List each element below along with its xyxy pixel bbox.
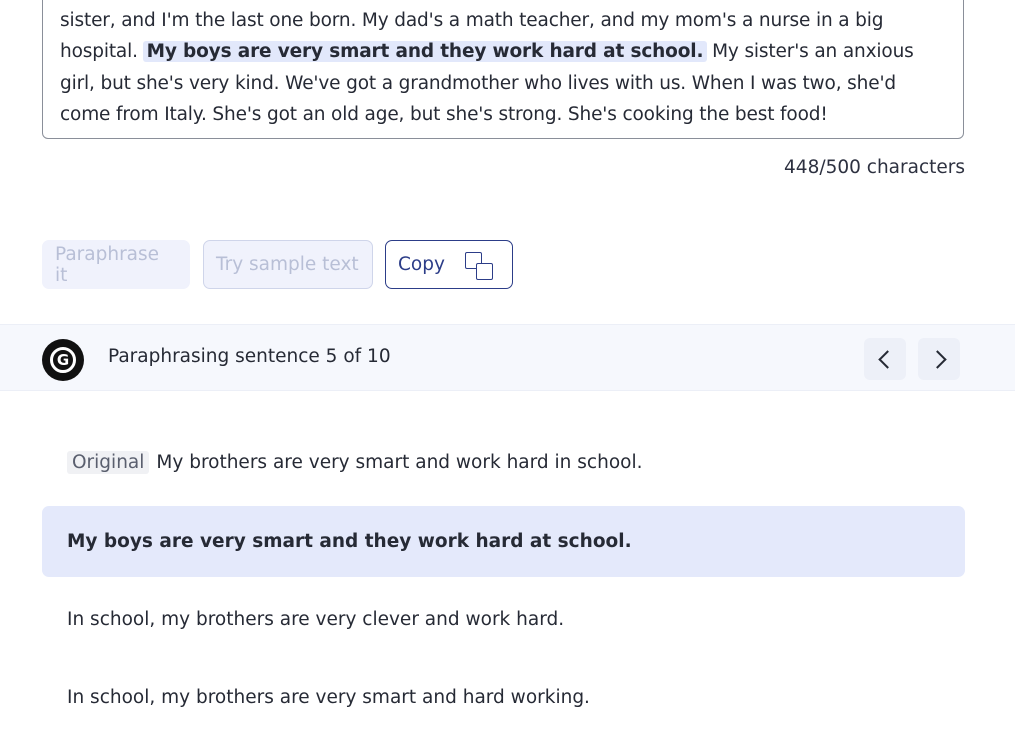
- original-sentence: Original My brothers are very smart and …: [67, 451, 642, 474]
- copy-button-label: Copy: [398, 254, 445, 275]
- input-text-editor[interactable]: sister, and I'm the last one born. My da…: [42, 0, 964, 139]
- paraphrase-option-selected[interactable]: My boys are very smart and they work har…: [42, 506, 965, 577]
- editor-highlighted-sentence[interactable]: My boys are very smart and they work har…: [142, 41, 708, 63]
- paraphrase-button-label: Paraphrase it: [55, 243, 160, 286]
- paraphraser-page: sister, and I'm the last one born. My da…: [0, 0, 1015, 732]
- paraphrasing-progress-label: Paraphrasing sentence 5 of 10: [108, 346, 391, 367]
- paraphrase-option-text: In school, my brothers are very smart an…: [67, 687, 590, 708]
- character-count: 448/500 characters: [784, 157, 965, 178]
- paraphrase-option-text: My boys are very smart and they work har…: [67, 531, 632, 552]
- chevron-left-icon: [877, 349, 897, 369]
- copy-icon: [464, 250, 493, 280]
- next-sentence-button[interactable]: [918, 338, 960, 380]
- try-sample-text-label: Try sample text: [216, 254, 359, 275]
- original-tag: Original: [67, 451, 150, 474]
- try-sample-text-button[interactable]: Try sample text: [203, 240, 373, 289]
- paraphrasing-bar: G Paraphrasing sentence 5 of 10: [0, 324, 1015, 391]
- original-text: My brothers are very smart and work hard…: [156, 452, 643, 473]
- paraphrase-button[interactable]: Paraphrase it: [42, 240, 190, 289]
- paraphrase-option-text: In school, my brothers are very clever a…: [67, 609, 565, 630]
- previous-sentence-button[interactable]: [864, 338, 906, 380]
- paraphrase-option[interactable]: In school, my brothers are very smart an…: [42, 662, 965, 732]
- grammarly-logo-icon: G: [42, 339, 84, 381]
- paraphrase-option[interactable]: In school, my brothers are very clever a…: [42, 584, 965, 655]
- chevron-right-icon: [927, 349, 947, 369]
- copy-button[interactable]: Copy: [385, 240, 513, 289]
